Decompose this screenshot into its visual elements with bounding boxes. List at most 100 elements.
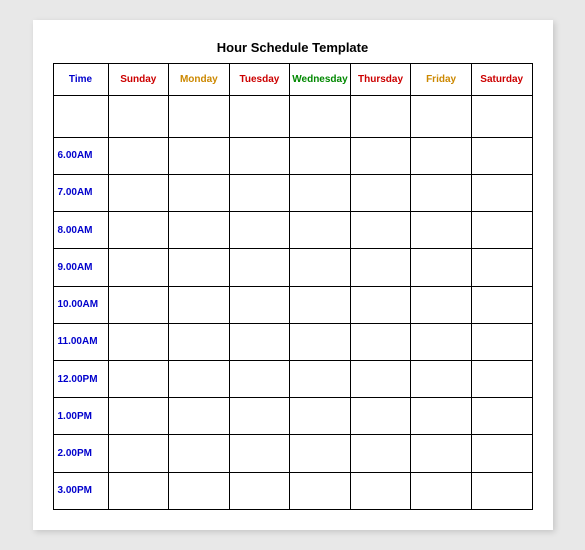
schedule-cell[interactable] <box>229 212 290 249</box>
schedule-cell[interactable] <box>229 174 290 211</box>
header-time: Time <box>53 64 108 96</box>
schedule-cell[interactable] <box>471 212 532 249</box>
schedule-cell[interactable] <box>350 286 411 323</box>
schedule-cell[interactable] <box>290 435 351 472</box>
schedule-cell[interactable] <box>290 472 351 509</box>
table-row: 1.00PM <box>53 398 532 435</box>
schedule-cell[interactable] <box>108 249 169 286</box>
schedule-cell[interactable] <box>471 398 532 435</box>
schedule-cell[interactable] <box>169 361 230 398</box>
schedule-cell[interactable] <box>290 212 351 249</box>
schedule-cell[interactable] <box>471 249 532 286</box>
schedule-cell[interactable] <box>290 398 351 435</box>
schedule-cell[interactable] <box>350 249 411 286</box>
table-row: 10.00AM <box>53 286 532 323</box>
schedule-cell[interactable] <box>290 249 351 286</box>
header-friday: Friday <box>411 64 472 96</box>
schedule-cell[interactable] <box>350 398 411 435</box>
schedule-cell[interactable] <box>350 212 411 249</box>
schedule-cell[interactable] <box>350 137 411 174</box>
header-thursday: Thursday <box>350 64 411 96</box>
schedule-cell[interactable] <box>350 361 411 398</box>
schedule-cell[interactable] <box>169 472 230 509</box>
time-cell: 7.00AM <box>53 174 108 211</box>
schedule-cell[interactable] <box>471 137 532 174</box>
table-row: 12.00PM <box>53 361 532 398</box>
schedule-cell[interactable] <box>169 286 230 323</box>
schedule-cell[interactable] <box>411 435 472 472</box>
time-cell <box>53 96 108 138</box>
table-row: 11.00AM <box>53 323 532 360</box>
schedule-cell[interactable] <box>229 137 290 174</box>
schedule-cell[interactable] <box>471 472 532 509</box>
schedule-cell[interactable] <box>411 249 472 286</box>
schedule-cell[interactable] <box>411 96 472 138</box>
schedule-cell[interactable] <box>411 286 472 323</box>
table-row: 7.00AM <box>53 174 532 211</box>
table-row: 3.00PM <box>53 472 532 509</box>
schedule-cell[interactable] <box>290 96 351 138</box>
schedule-cell[interactable] <box>169 96 230 138</box>
schedule-cell[interactable] <box>229 286 290 323</box>
schedule-cell[interactable] <box>108 323 169 360</box>
schedule-cell[interactable] <box>108 435 169 472</box>
schedule-cell[interactable] <box>411 137 472 174</box>
schedule-cell[interactable] <box>411 212 472 249</box>
schedule-cell[interactable] <box>471 323 532 360</box>
schedule-cell[interactable] <box>169 137 230 174</box>
schedule-cell[interactable] <box>411 174 472 211</box>
schedule-cell[interactable] <box>290 137 351 174</box>
table-row <box>53 96 532 138</box>
schedule-cell[interactable] <box>411 323 472 360</box>
schedule-cell[interactable] <box>471 96 532 138</box>
schedule-cell[interactable] <box>229 323 290 360</box>
schedule-cell[interactable] <box>108 472 169 509</box>
schedule-cell[interactable] <box>169 435 230 472</box>
time-cell: 3.00PM <box>53 472 108 509</box>
schedule-cell[interactable] <box>108 137 169 174</box>
schedule-cell[interactable] <box>229 398 290 435</box>
schedule-cell[interactable] <box>471 361 532 398</box>
header-wednesday: Wednesday <box>290 64 351 96</box>
schedule-cell[interactable] <box>471 174 532 211</box>
schedule-cell[interactable] <box>350 472 411 509</box>
schedule-cell[interactable] <box>290 323 351 360</box>
schedule-cell[interactable] <box>350 174 411 211</box>
schedule-cell[interactable] <box>350 323 411 360</box>
schedule-cell[interactable] <box>108 398 169 435</box>
table-row: 8.00AM <box>53 212 532 249</box>
schedule-cell[interactable] <box>471 435 532 472</box>
schedule-cell[interactable] <box>108 361 169 398</box>
time-cell: 1.00PM <box>53 398 108 435</box>
table-row: 6.00AM <box>53 137 532 174</box>
schedule-cell[interactable] <box>411 361 472 398</box>
time-cell: 2.00PM <box>53 435 108 472</box>
schedule-cell[interactable] <box>169 398 230 435</box>
schedule-cell[interactable] <box>169 249 230 286</box>
schedule-cell[interactable] <box>229 435 290 472</box>
schedule-cell[interactable] <box>411 398 472 435</box>
schedule-cell[interactable] <box>229 96 290 138</box>
schedule-cell[interactable] <box>411 472 472 509</box>
schedule-cell[interactable] <box>108 96 169 138</box>
time-cell: 8.00AM <box>53 212 108 249</box>
time-cell: 6.00AM <box>53 137 108 174</box>
schedule-cell[interactable] <box>290 361 351 398</box>
schedule-cell[interactable] <box>229 361 290 398</box>
table-row: 2.00PM <box>53 435 532 472</box>
schedule-cell[interactable] <box>350 435 411 472</box>
schedule-cell[interactable] <box>229 472 290 509</box>
schedule-cell[interactable] <box>169 212 230 249</box>
schedule-cell[interactable] <box>108 212 169 249</box>
schedule-cell[interactable] <box>290 174 351 211</box>
schedule-cell[interactable] <box>169 174 230 211</box>
header-row: Time Sunday Monday Tuesday Wednesday Thu… <box>53 64 532 96</box>
schedule-cell[interactable] <box>108 286 169 323</box>
schedule-cell[interactable] <box>290 286 351 323</box>
schedule-cell[interactable] <box>471 286 532 323</box>
schedule-cell[interactable] <box>169 323 230 360</box>
schedule-cell[interactable] <box>108 174 169 211</box>
schedule-cell[interactable] <box>350 96 411 138</box>
header-sunday: Sunday <box>108 64 169 96</box>
schedule-cell[interactable] <box>229 249 290 286</box>
